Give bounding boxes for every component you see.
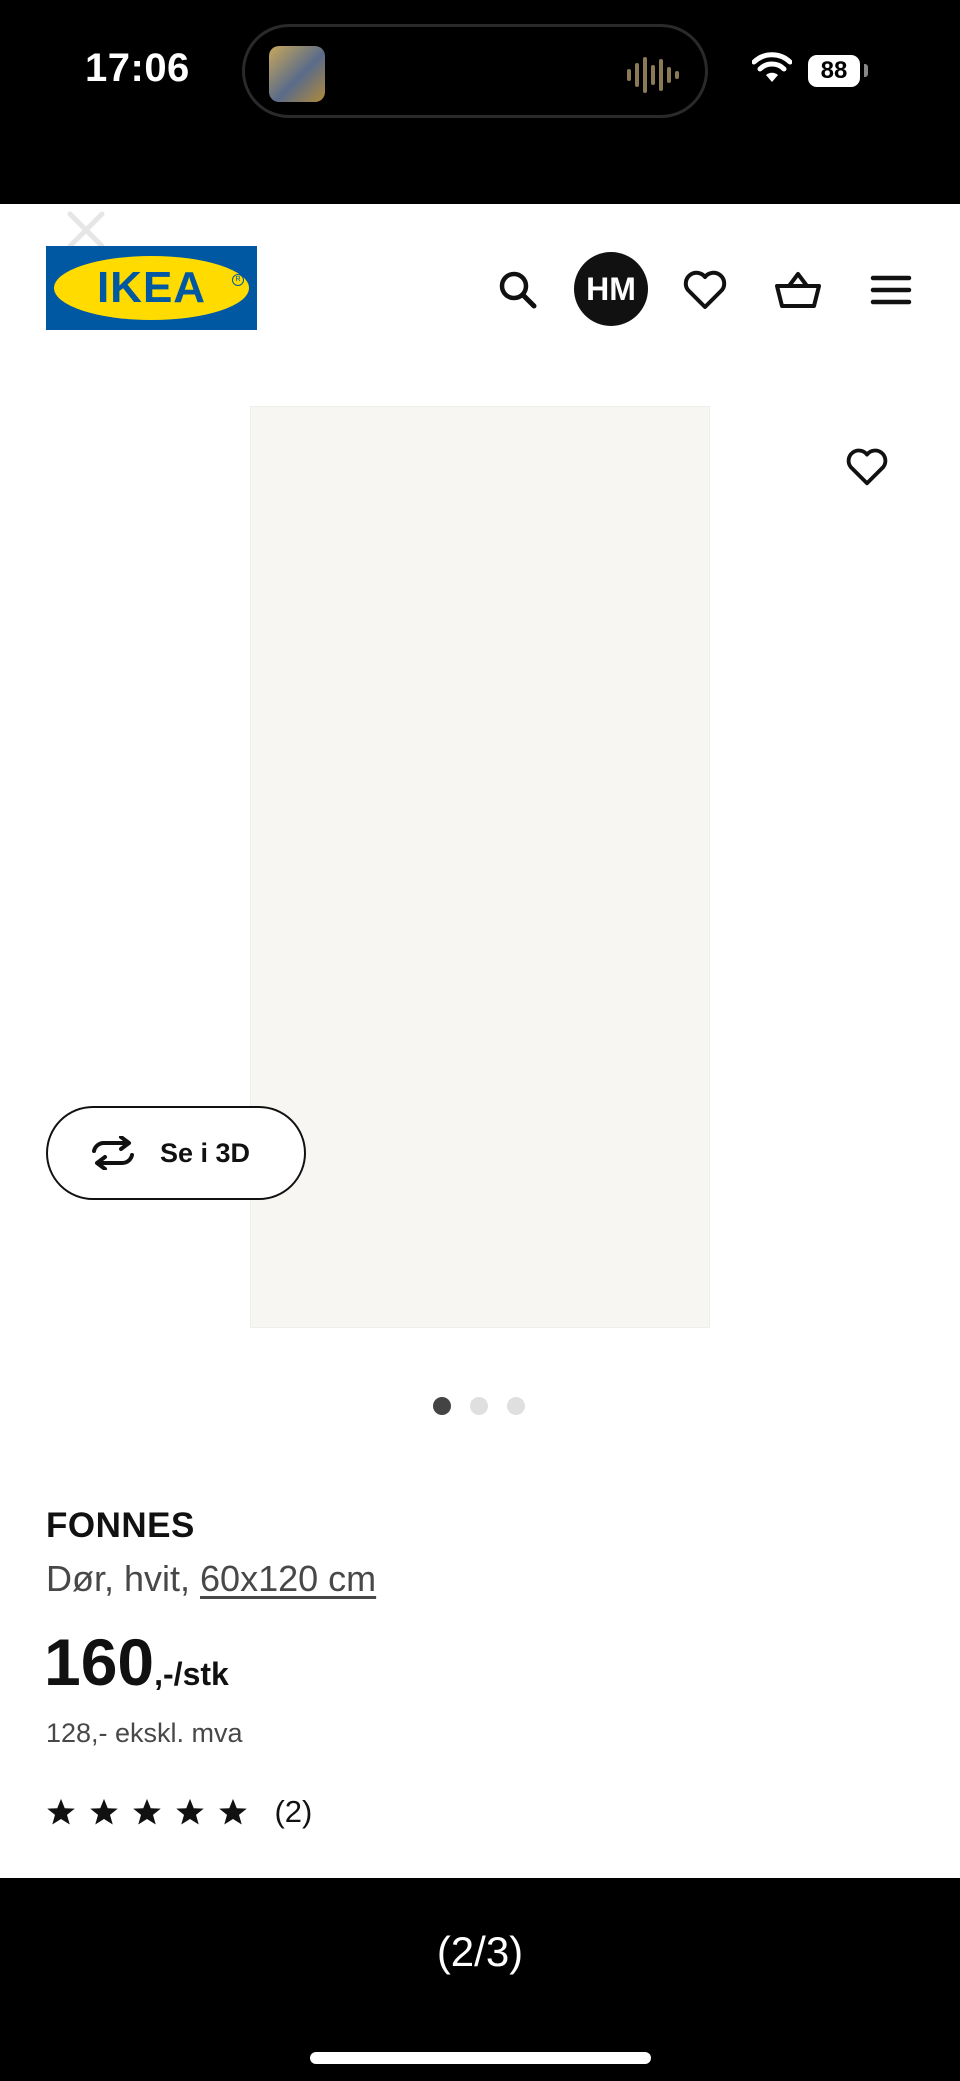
product-name: FONNES: [46, 1506, 195, 1545]
product-type-color: Dør, hvit,: [46, 1558, 201, 1599]
review-count: (2): [274, 1794, 313, 1829]
logo-text: IKEA: [96, 263, 207, 312]
now-playing-artwork: [269, 46, 325, 102]
price-main: 160: [44, 1625, 155, 1699]
page-counter: (2/3): [436, 1928, 524, 1975]
heart-icon[interactable]: [844, 444, 890, 490]
registered-mark: R: [232, 274, 244, 286]
heart-icon[interactable]: [681, 266, 729, 314]
home-indicator[interactable]: [310, 2052, 651, 2064]
product-size-link[interactable]: 60x120 cm: [200, 1558, 376, 1599]
star-icon: [133, 1798, 161, 1825]
star-icon: [219, 1798, 247, 1825]
carousel-dot[interactable]: [507, 1397, 525, 1415]
star-icon: [47, 1798, 75, 1825]
product-description: Dør, hvit, 60x120 cm: [46, 1558, 376, 1600]
menu-icon[interactable]: [867, 266, 915, 314]
status-bar: 17:06 88: [0, 0, 960, 204]
price-suffix: ,-/stk: [154, 1656, 229, 1692]
battery-tip: [864, 64, 868, 77]
price-ex-vat: 128,- ekskl. mva: [46, 1718, 243, 1748]
wifi-icon: [752, 52, 792, 82]
waveform-icon: [627, 57, 679, 93]
status-time: 17:06: [85, 46, 190, 90]
basket-icon[interactable]: [774, 266, 822, 314]
price: 160,-/stk: [44, 1624, 229, 1700]
view-in-3d-button[interactable]: Se i 3D: [46, 1106, 306, 1200]
ikea-logo[interactable]: IKEA R: [46, 246, 257, 330]
carousel-dot[interactable]: [470, 1397, 488, 1415]
carousel-dot[interactable]: [433, 1397, 451, 1415]
user-avatar[interactable]: HM: [574, 252, 648, 326]
star-icon: [90, 1798, 118, 1825]
viewer-footer: (2/3): [0, 1878, 960, 2081]
battery-indicator: 88: [808, 55, 860, 87]
product-image[interactable]: [250, 406, 710, 1328]
carousel-dots: [433, 1397, 544, 1420]
product-rating[interactable]: (2): [46, 1794, 312, 1834]
search-icon[interactable]: [494, 266, 542, 314]
view-in-3d-label: Se i 3D: [160, 1138, 251, 1168]
star-icon: [176, 1798, 204, 1825]
product-page: IKEA R HM Se i 3D FONNES Dør, hvit, 60x1…: [0, 204, 960, 1878]
rotate-3d-icon: [92, 1136, 134, 1170]
dynamic-island[interactable]: [242, 24, 708, 118]
